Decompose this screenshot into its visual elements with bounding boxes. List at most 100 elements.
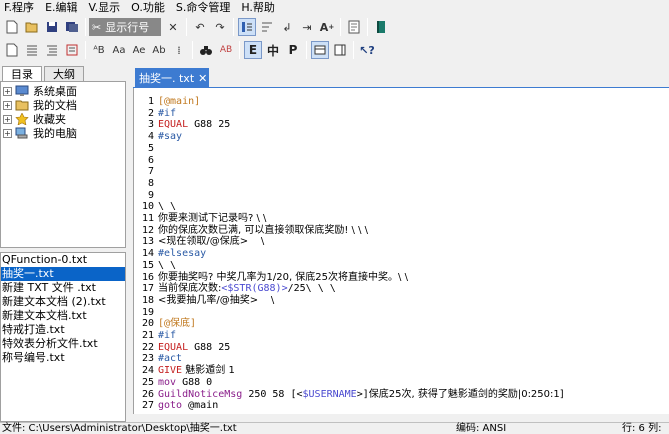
file-item[interactable]: 新建文本文档.txt xyxy=(1,309,125,323)
code-line[interactable]: 11 你要来测试下记录吗? \ \ xyxy=(134,213,669,225)
binoculars-icon[interactable] xyxy=(197,41,215,59)
split-icon[interactable]: ⁞ xyxy=(170,41,188,59)
code-line[interactable]: 2 #if xyxy=(134,108,669,120)
close-icon[interactable]: ✕ xyxy=(198,72,207,85)
code-token: 250 58 [< xyxy=(242,388,303,400)
panel-toggle-icon[interactable] xyxy=(311,41,329,59)
code-line[interactable]: 4 #say xyxy=(134,131,669,143)
show-line-number-toggle[interactable]: ✂ 显示行号 xyxy=(89,18,161,36)
tree-item-desktop[interactable]: + 系统桌面 xyxy=(1,84,125,98)
directory-tree: + 系统桌面 + 我的文档 + 收藏夹 + 我的电脑 xyxy=(0,82,126,248)
code-editor[interactable]: 1 [@main] 2 #if 3 EQUAL G88 25 4 #say 5 6 7 8 9 10 \ \… xyxy=(133,88,669,414)
replace-ab-icon[interactable]: AB xyxy=(217,41,235,59)
encoding-e-button[interactable]: E xyxy=(244,41,262,59)
menu-program[interactable]: F.程序 xyxy=(0,1,41,15)
enter-icon[interactable]: ↲ xyxy=(278,18,296,36)
expand-icon[interactable]: + xyxy=(3,100,12,110)
new-file-icon[interactable] xyxy=(3,18,21,36)
help-pointer-icon[interactable]: ↖? xyxy=(358,41,376,59)
code-token: G88 25 xyxy=(188,341,231,353)
computer-icon xyxy=(15,127,28,139)
file-item[interactable]: 新建 TXT 文件 .txt xyxy=(1,281,125,295)
expand-icon[interactable]: + xyxy=(3,86,12,96)
file-item-selected[interactable]: 抽奖一.txt xyxy=(1,267,125,281)
code-text: \ \ xyxy=(158,201,176,212)
code-token: G88 0 xyxy=(176,376,213,388)
code-line[interactable]: 20 [@保底] xyxy=(134,318,669,330)
tab-directory[interactable]: 目录 xyxy=(2,66,42,81)
code-line[interactable]: 14 #elsesay xyxy=(134,248,669,260)
code-line[interactable]: 16 你要抽奖吗? 中奖几率为1/20, 保底25次将直接中奖。\ \ xyxy=(134,272,669,284)
indent-arrows-icon[interactable]: ⇥ xyxy=(298,18,316,36)
editor-tab-active[interactable]: 抽奖一. txt ✕ xyxy=(135,68,209,88)
file-item[interactable]: QFunction-0.txt xyxy=(1,253,125,267)
new-doc-icon[interactable] xyxy=(3,41,21,59)
font-size-icon[interactable]: A + xyxy=(318,18,336,36)
code-token: #act xyxy=(158,353,183,365)
format-select-icon[interactable]: Ab xyxy=(150,41,168,59)
indent-lines-icon[interactable] xyxy=(43,41,61,59)
star-icon xyxy=(15,113,29,125)
tree-item-computer[interactable]: + 我的电脑 xyxy=(1,126,125,140)
code-line[interactable]: 24 GIVE 魅影遁剑 1 xyxy=(134,365,669,377)
menu-function[interactable]: O.功能 xyxy=(127,1,172,15)
menu-edit[interactable]: E.编辑 xyxy=(41,1,84,15)
expand-icon[interactable]: + xyxy=(3,128,12,138)
code-line[interactable]: 10 \ \ xyxy=(134,201,669,213)
code-line[interactable]: 19 xyxy=(134,307,669,319)
line-numbers-icon[interactable] xyxy=(238,18,256,36)
line-number: 7 xyxy=(147,166,154,178)
book-icon[interactable] xyxy=(372,18,390,36)
line-number: 10 xyxy=(141,201,154,213)
case-aa-icon[interactable]: Aa xyxy=(110,41,128,59)
expand-icon[interactable]: + xyxy=(3,114,12,124)
code-line[interactable]: 22 EQUAL G88 25 xyxy=(134,342,669,354)
code-line-current[interactable]: 6 xyxy=(134,155,669,167)
menu-help[interactable]: H.帮助 xyxy=(237,1,282,15)
open-folder-icon[interactable] xyxy=(23,18,41,36)
case-ab-icon[interactable]: ᴬB xyxy=(90,41,108,59)
file-item[interactable]: 特效表分析文件.txt xyxy=(1,337,125,351)
code-line[interactable]: 17 当前保底次数:<$STR(G88)>/25\ \ \ xyxy=(134,283,669,295)
wrap-text-icon[interactable] xyxy=(258,18,276,36)
scissors-icon: ✂ xyxy=(92,20,102,34)
tab-outline[interactable]: 大纲 xyxy=(44,66,84,81)
code-line[interactable]: 18 <我要抽几率/@抽奖> \ xyxy=(134,295,669,307)
chinese-button[interactable]: 中 xyxy=(264,41,282,59)
undo-icon[interactable]: ↶ xyxy=(191,18,209,36)
menu-view[interactable]: V.显示 xyxy=(85,1,128,15)
code-line[interactable]: 1 [@main] xyxy=(134,96,669,108)
code-token: >] xyxy=(356,388,369,400)
code-line[interactable]: 25 mov G88 0 xyxy=(134,377,669,389)
code-line[interactable]: 21 #if xyxy=(134,330,669,342)
code-line[interactable]: 7 xyxy=(134,166,669,178)
code-line[interactable]: 12 你的保底次数已满, 可以直接领取保底奖励! \ \ \ xyxy=(134,225,669,237)
p-button[interactable]: P xyxy=(284,41,302,59)
tree-item-favorites[interactable]: + 收藏夹 xyxy=(1,112,125,126)
file-item[interactable]: 新建文本文档 (2).txt xyxy=(1,295,125,309)
code-line[interactable]: 26 GuildNoticeMsg 250 58 [<$USERNAME>]保底2… xyxy=(134,389,669,401)
file-item[interactable]: 称号编号.txt xyxy=(1,351,125,365)
save-icon[interactable] xyxy=(43,18,61,36)
tree-item-documents[interactable]: + 我的文档 xyxy=(1,98,125,112)
file-item[interactable]: 特戒打造.txt xyxy=(1,323,125,337)
code-text: <现在领取/@保底> \ xyxy=(158,236,264,247)
paragraph-icon[interactable] xyxy=(63,41,81,59)
line-number: 6 xyxy=(147,154,154,166)
code-line[interactable]: 27 goto @main xyxy=(134,400,669,412)
case-ae-icon[interactable]: Ae xyxy=(130,41,148,59)
menu-command-manage[interactable]: S.命令管理 xyxy=(172,1,237,15)
code-line[interactable]: 13 <现在领取/@保底> \ xyxy=(134,236,669,248)
code-line[interactable]: 9 xyxy=(134,190,669,202)
align-lines-icon[interactable] xyxy=(23,41,41,59)
code-line[interactable]: 5 xyxy=(134,143,669,155)
code-line[interactable]: 8 xyxy=(134,178,669,190)
code-line[interactable]: 3 EQUAL G88 25 xyxy=(134,119,669,131)
save-all-icon[interactable] xyxy=(63,18,81,36)
split-view-icon[interactable] xyxy=(331,41,349,59)
delete-icon[interactable]: ✕ xyxy=(164,18,182,36)
document-icon[interactable] xyxy=(345,18,363,36)
code-line[interactable]: 23 #act xyxy=(134,353,669,365)
redo-icon[interactable]: ↷ xyxy=(211,18,229,36)
code-line[interactable]: 15 \ \ xyxy=(134,260,669,272)
